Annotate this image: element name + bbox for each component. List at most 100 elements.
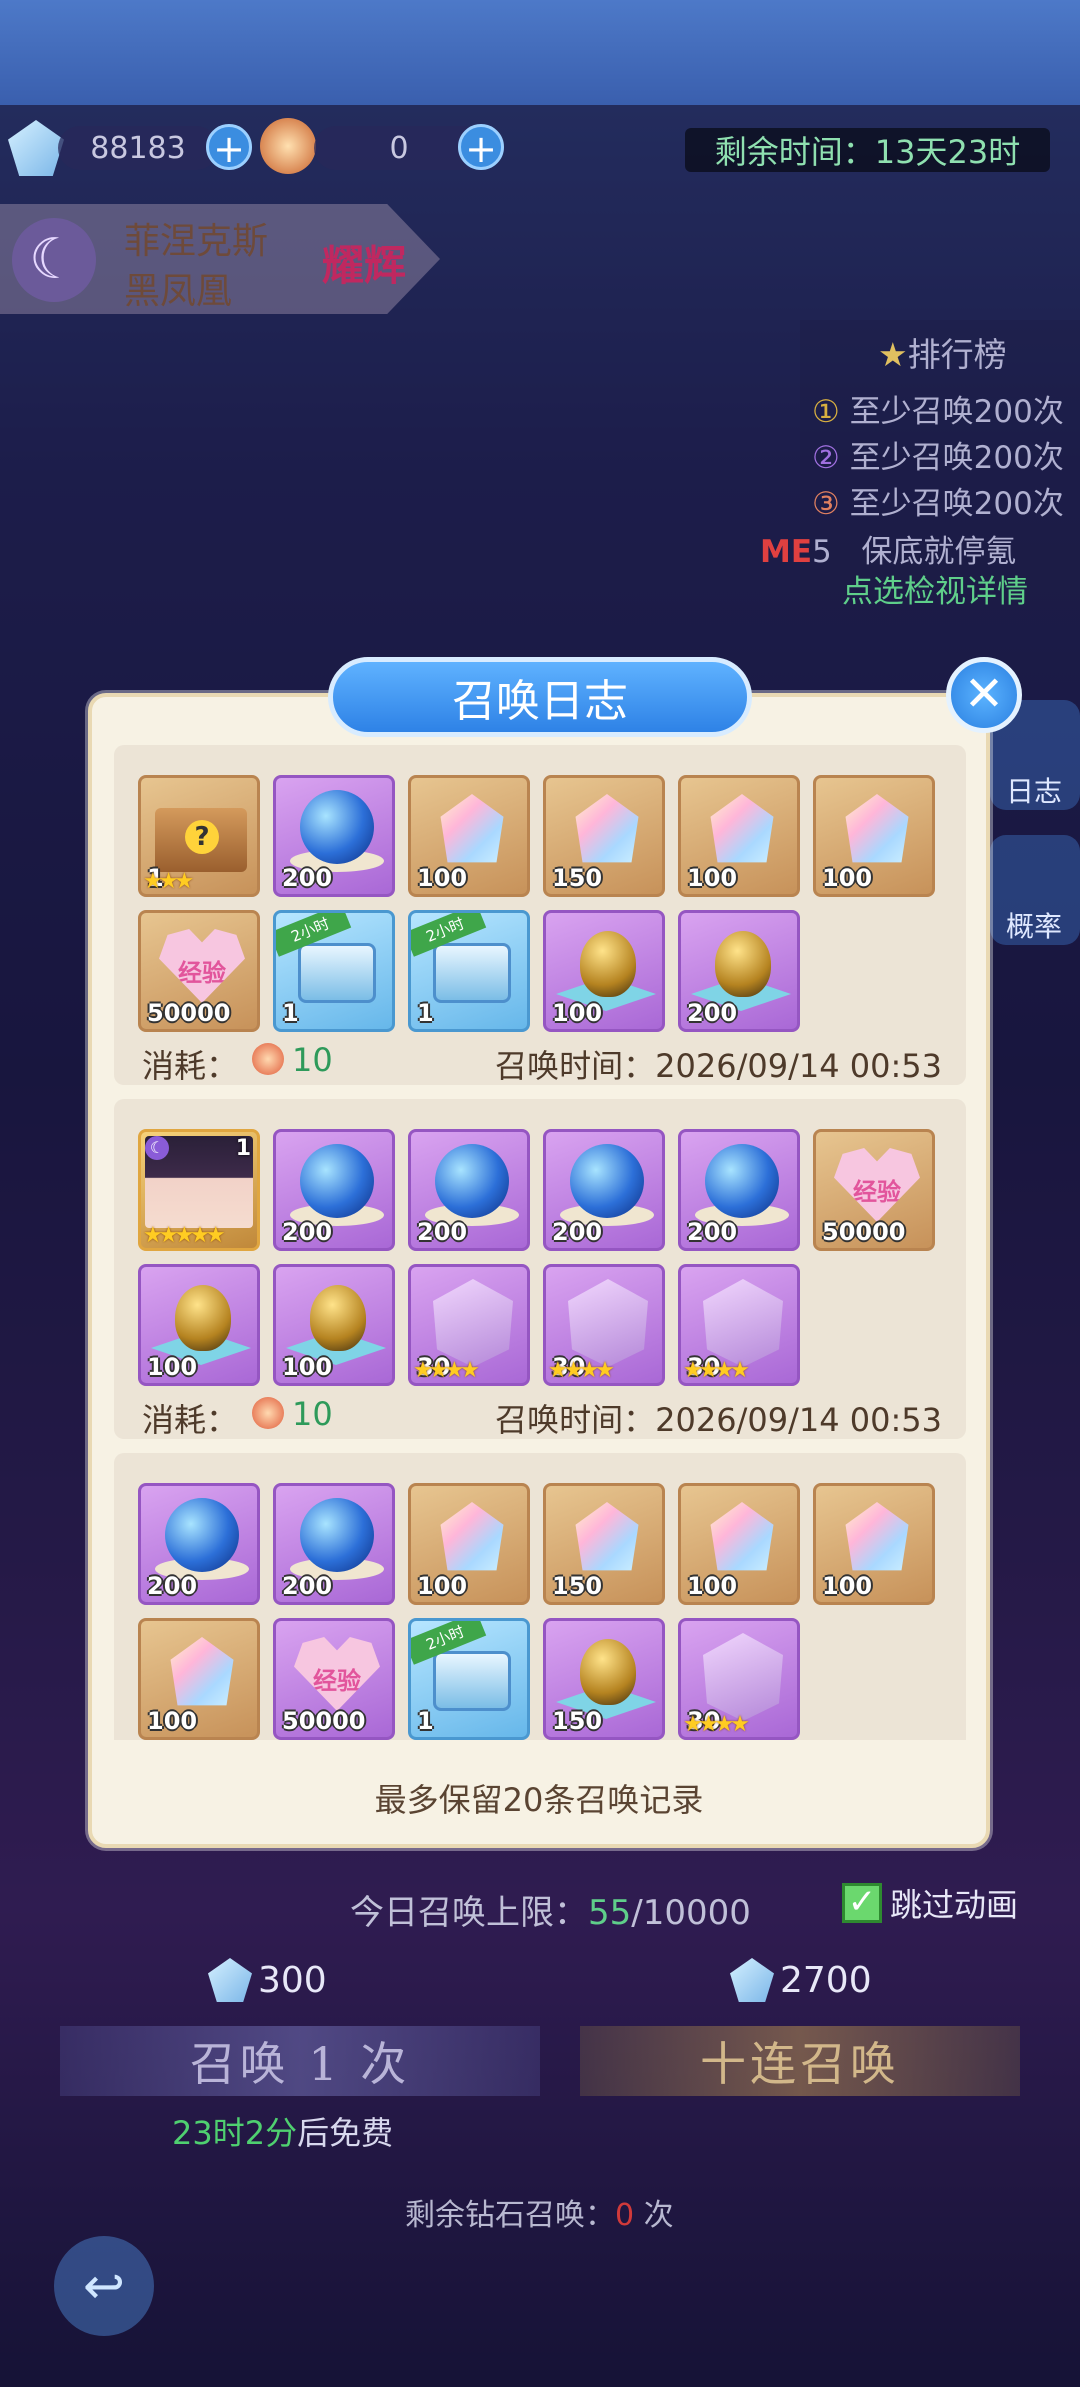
summon-ten-button[interactable]: 十连召唤	[580, 2026, 1020, 2096]
ticket-icon	[260, 118, 316, 174]
item-quantity: 100	[822, 864, 873, 892]
blue-orb-icon	[570, 1144, 644, 1218]
reward-item-crystal[interactable]: 30 ★★★★	[678, 1618, 800, 1740]
reward-item-exp-heart[interactable]: 经验 50000	[138, 910, 260, 1032]
crystal-gem-icon	[710, 1502, 774, 1571]
reward-item-gem[interactable]: 100	[678, 1483, 800, 1605]
crystal-gem-icon	[845, 1502, 909, 1571]
item-quantity: 100	[687, 864, 738, 892]
item-quantity: 100	[822, 1572, 873, 1600]
reward-item-golden-egg[interactable]: 200	[678, 910, 800, 1032]
rarity-stars: ★★★★★	[143, 1223, 226, 1248]
reward-item-blue-orb[interactable]: 200	[408, 1129, 530, 1251]
reward-item-golden-egg[interactable]: 100	[138, 1264, 260, 1386]
reward-item-golden-egg[interactable]: 150	[543, 1618, 665, 1740]
item-quantity: 200	[147, 1572, 198, 1600]
star-icon: ★	[878, 335, 908, 374]
consume-amount: 10	[292, 1041, 333, 1079]
treasure-chest-icon	[298, 943, 376, 1003]
item-quantity: 100	[147, 1353, 198, 1381]
summon-record: 200 200 100 150 100 100 100 经验 50000 2小时 1 150 30 ★★★…	[114, 1453, 966, 1740]
reward-item-mystery-box[interactable]: ? 1 ★★★	[138, 775, 260, 897]
summon-records-list[interactable]: ? 1 ★★★ 200 100 150 100 100 经验 50000 2小时 1 2小时 1 100 20…	[114, 745, 966, 1740]
rarity-stars: ★★★★	[683, 1358, 750, 1383]
item-quantity: 100	[417, 864, 468, 892]
daily-limit: 今日召唤上限：55/10000	[350, 1893, 751, 1933]
golden-egg-icon	[175, 1285, 231, 1351]
item-quantity: 1	[417, 999, 434, 1027]
reward-item-blue-orb[interactable]: 200	[543, 1129, 665, 1251]
blue-orb-icon	[300, 1144, 374, 1218]
reward-item-gem[interactable]: 150	[543, 775, 665, 897]
blue-orb-icon	[435, 1144, 509, 1218]
diamond-icon	[730, 1958, 774, 2002]
skip-animation-toggle[interactable]: ✓ 跳过动画	[842, 1880, 1018, 1926]
add-diamonds-button[interactable]: +	[206, 124, 252, 171]
item-quantity: 100	[147, 1707, 198, 1735]
single-cost: 300	[208, 1958, 327, 2002]
reward-item-character[interactable]: ☾ 1 ★★★★★	[138, 1129, 260, 1251]
character-title: 黑凤凰	[124, 271, 233, 312]
dialog-title: 召唤日志	[328, 657, 752, 737]
ticket-icon	[252, 1397, 284, 1429]
summon-time: 召唤时间：2026/09/14 00:53	[495, 1401, 942, 1439]
reward-item-crystal[interactable]: 30 ★★★★	[678, 1264, 800, 1386]
item-quantity: 50000	[282, 1707, 366, 1735]
summon-once-button[interactable]: 召唤 1 次	[60, 2026, 540, 2096]
reward-item-exp-heart[interactable]: 经验 50000	[813, 1129, 935, 1251]
ticket-icon	[252, 1043, 284, 1075]
close-icon: ✕	[963, 666, 1005, 722]
remaining-diamond-summons: 剩余钻石召唤：0 次	[405, 2198, 674, 2233]
rarity-stars: ★★★★	[413, 1358, 480, 1383]
close-button[interactable]: ✕	[946, 657, 1022, 733]
item-quantity: 1	[417, 1707, 434, 1735]
reward-item-blue-orb[interactable]: 200	[678, 1129, 800, 1251]
rank-badge: 耀辉	[322, 241, 407, 290]
reward-item-blue-orb[interactable]: 200	[138, 1483, 260, 1605]
reward-item-blue-orb[interactable]: 200	[273, 1129, 395, 1251]
reward-item-golden-egg[interactable]: 100	[273, 1264, 395, 1386]
item-quantity: 200	[687, 999, 738, 1027]
item-label: 经验	[178, 959, 226, 987]
reward-item-exp-heart[interactable]: 经验 50000	[273, 1618, 395, 1740]
crystal-gem-icon	[845, 794, 909, 863]
record-meta: 消耗： 10 召唤时间：2026/09/14 00:53	[142, 1395, 942, 1439]
top-banner	[0, 0, 1080, 105]
exp-heart-icon: 经验	[159, 929, 245, 1003]
reward-item-gem[interactable]: 100	[813, 775, 935, 897]
reward-item-chest[interactable]: 2小时 1	[273, 910, 395, 1032]
reward-item-chest[interactable]: 2小时 1	[408, 1618, 530, 1740]
ranking-title: ★排行榜	[878, 335, 1007, 374]
diamond-counter: 88183 +	[8, 118, 258, 178]
reward-item-gem[interactable]: 100	[408, 775, 530, 897]
reward-item-crystal[interactable]: 30 ★★★★	[408, 1264, 530, 1386]
item-quantity: 150	[552, 864, 603, 892]
checkbox-checked-icon[interactable]: ✓	[842, 1883, 882, 1923]
reward-item-gem[interactable]: 100	[678, 775, 800, 897]
item-quantity: 100	[417, 1572, 468, 1600]
golden-egg-icon	[580, 931, 636, 997]
treasure-chest-icon	[433, 943, 511, 1003]
record-meta: 消耗： 10 召唤时间：2026/09/14 00:53	[142, 1041, 942, 1085]
ranking-detail-link[interactable]: 点选检视详情	[842, 566, 1028, 611]
rank-3-icon: ③	[812, 486, 840, 522]
item-quantity: 200	[282, 1218, 333, 1246]
rank-line-2: ② 至少召唤200次	[812, 440, 1064, 476]
character-tag[interactable]: ☾ 菲涅克斯 黑凤凰 耀辉	[0, 204, 440, 314]
reward-item-gem[interactable]: 100	[813, 1483, 935, 1605]
reward-item-gem[interactable]: 100	[408, 1483, 530, 1605]
reward-item-gem[interactable]: 150	[543, 1483, 665, 1605]
reward-item-chest[interactable]: 2小时 1	[408, 910, 530, 1032]
reward-item-crystal[interactable]: 30 ★★★★	[543, 1264, 665, 1386]
add-tickets-button[interactable]: +	[458, 124, 504, 171]
reward-item-blue-orb[interactable]: 200	[273, 1483, 395, 1605]
crystal-gem-icon	[710, 794, 774, 863]
ranking-panel[interactable]: ★排行榜 ① 至少召唤200次 ② 至少召唤200次 ③ 至少召唤200次 ME…	[760, 320, 1080, 611]
item-quantity: 50000	[147, 999, 231, 1027]
reward-item-blue-orb[interactable]: 200	[273, 775, 395, 897]
faction-icon: ☾	[145, 1136, 169, 1160]
reward-item-gem[interactable]: 100	[138, 1618, 260, 1740]
back-button[interactable]: ↩	[54, 2236, 154, 2336]
reward-item-golden-egg[interactable]: 100	[543, 910, 665, 1032]
probability-button[interactable]: 概率	[990, 835, 1080, 945]
